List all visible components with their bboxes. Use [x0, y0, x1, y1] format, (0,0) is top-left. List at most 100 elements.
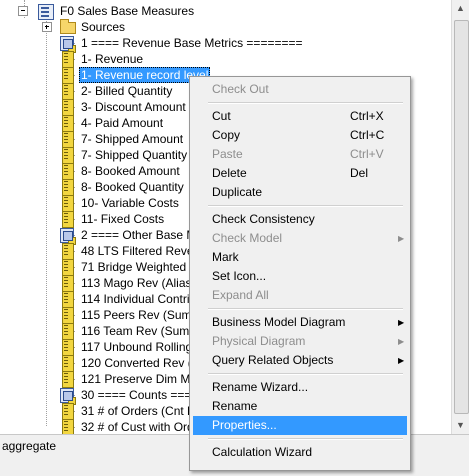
menu-item-label: Cut: [212, 109, 231, 123]
tree-item-label: 117 Unbound Rolling R: [81, 340, 205, 354]
tree-item-label: 71 Bridge Weighted Re: [81, 260, 205, 274]
menu-item-label: Check Consistency: [212, 212, 315, 226]
measure-icon: [62, 51, 74, 68]
menu-item-label: Delete: [212, 166, 247, 180]
menu-item-label: Set Icon...: [212, 269, 267, 283]
measure-icon: [62, 355, 74, 372]
group-icon: [60, 36, 76, 53]
submenu-arrow-icon: ▶: [398, 337, 405, 346]
submenu-arrow-icon: ▶: [398, 356, 405, 365]
menu-item-label: Copy: [212, 128, 241, 142]
vertical-scrollbar[interactable]: ▲ ▼: [451, 0, 469, 434]
menu-item-shortcut: Del: [350, 166, 369, 180]
tree-item[interactable]: 1- Revenue: [0, 51, 451, 68]
menu-separator: [208, 373, 403, 375]
measure-icon: [62, 99, 74, 116]
tree-item-label: 116 Team Rev (Sum A: [81, 324, 200, 338]
tree-item-label: 114 Individual Contrib (: [81, 292, 204, 306]
menu-item-label: Rename: [212, 399, 258, 413]
measure-icon: [62, 371, 74, 388]
tree-item[interactable]: 1 ==== Revenue Base Metrics ========: [0, 35, 451, 53]
scroll-up-icon[interactable]: ▲: [452, 0, 469, 17]
menu-item-delete[interactable]: Delete Del: [193, 164, 407, 183]
tree-item-label: 31 # of Orders (Cnt Di: [81, 404, 199, 418]
measure-icon: [62, 131, 74, 148]
tree-item-label: 113 Mago Rev (Alias B: [81, 276, 203, 290]
menu-item-check-consistency[interactable]: Check Consistency: [193, 210, 407, 229]
menu-item-mark[interactable]: Mark: [193, 248, 407, 267]
folder-icon: [60, 19, 76, 34]
tree-node-sources[interactable]: Sources: [0, 19, 300, 35]
tree-item-label: 3- Discount Amount: [81, 100, 186, 114]
submenu-arrow-icon: ▶: [398, 318, 405, 327]
tree-item-label: 2- Billed Quantity: [81, 84, 173, 98]
status-text: aggregate: [2, 439, 57, 453]
menu-separator: [208, 308, 403, 310]
menu-item-check-out: Check Out: [193, 80, 407, 99]
menu-item-properties[interactable]: Properties...: [193, 416, 407, 435]
tree-node-root[interactable]: F0 Sales Base Measures: [0, 3, 300, 20]
menu-separator: [208, 102, 403, 104]
menu-item-business-model-diagram[interactable]: Business Model Diagram ▶: [193, 313, 407, 332]
tree-item-label: 120 Converted Rev (In: [81, 356, 202, 370]
scrollbar-thumb[interactable]: [454, 20, 469, 414]
measure-icon: [62, 339, 74, 356]
menu-item-query-related-objects[interactable]: Query Related Objects ▶: [193, 351, 407, 370]
menu-item-paste: Paste Ctrl+V: [193, 145, 407, 164]
menu-item-label: Business Model Diagram: [212, 315, 346, 329]
measure-icon: [62, 403, 74, 420]
tree-item-label: 8- Booked Quantity: [81, 180, 184, 194]
menu-item-label: Check Model: [212, 231, 283, 245]
collapse-icon[interactable]: [18, 6, 28, 16]
tree-item-label: 121 Preserve Dim Men: [81, 372, 204, 386]
menu-item-calculation-wizard[interactable]: Calculation Wizard: [193, 443, 407, 462]
menu-separator: [208, 438, 403, 440]
tree-item-label: 11- Fixed Costs: [81, 212, 165, 226]
tree-item-label: 1- Revenue: [81, 52, 144, 66]
menu-item-rename[interactable]: Rename: [193, 397, 407, 416]
menu-item-physical-diagram: Physical Diagram ▶: [193, 332, 407, 351]
tree-node-label: Sources: [81, 20, 126, 34]
menu-item-label: Physical Diagram: [212, 334, 306, 348]
measure-icon: [62, 147, 74, 164]
menu-item-label: Properties...: [212, 418, 277, 432]
measure-icon: [62, 243, 74, 260]
menu-item-label: Rename Wizard...: [212, 380, 309, 394]
tree-item-label: 7- Shipped Quantity: [81, 148, 188, 162]
tree-node-label: F0 Sales Base Measures: [60, 4, 195, 18]
measure-icon: [62, 83, 74, 100]
scroll-down-icon[interactable]: ▼: [452, 417, 469, 434]
tree-item-label: 8- Booked Amount: [81, 164, 180, 178]
measure-icon: [62, 275, 74, 292]
menu-item-rename-wizard[interactable]: Rename Wizard...: [193, 378, 407, 397]
measure-icon: [62, 115, 74, 132]
menu-item-copy[interactable]: Copy Ctrl+C: [193, 126, 407, 145]
menu-item-label: Mark: [212, 250, 239, 264]
submenu-arrow-icon: ▶: [398, 234, 405, 243]
measure-icon: [62, 291, 74, 308]
menu-item-label: Calculation Wizard: [212, 445, 313, 459]
measure-icon: [62, 323, 74, 340]
menu-item-label: Expand All: [212, 288, 269, 302]
menu-item-cut[interactable]: Cut Ctrl+X: [193, 107, 407, 126]
measure-icon: [62, 163, 74, 180]
tree-item-label: 32 # of Cust with Ord: [81, 420, 194, 434]
tree-item-label: 115 Peers Rev (Sum S: [81, 308, 203, 322]
context-menu: Check Out Cut Ctrl+X Copy Ctrl+C Paste Ctrl+V D…: [189, 76, 411, 471]
group-icon: [60, 228, 76, 245]
menu-gutter: [190, 77, 192, 470]
group-icon: [60, 388, 76, 405]
menu-item-label: Check Out: [212, 82, 269, 96]
menu-item-label: Paste: [212, 147, 243, 161]
menu-item-set-icon[interactable]: Set Icon...: [193, 267, 407, 286]
measure-icon: [62, 67, 74, 84]
measure-icon: [62, 259, 74, 276]
measure-icon: [62, 419, 74, 434]
table-icon: [38, 4, 54, 20]
expand-icon[interactable]: [42, 22, 52, 32]
measure-icon: [62, 211, 74, 228]
tree-item-label: 4- Paid Amount: [81, 116, 164, 130]
menu-item-duplicate[interactable]: Duplicate: [193, 183, 407, 202]
menu-item-label: Query Related Objects: [212, 353, 334, 367]
menu-item-expand-all: Expand All: [193, 286, 407, 305]
